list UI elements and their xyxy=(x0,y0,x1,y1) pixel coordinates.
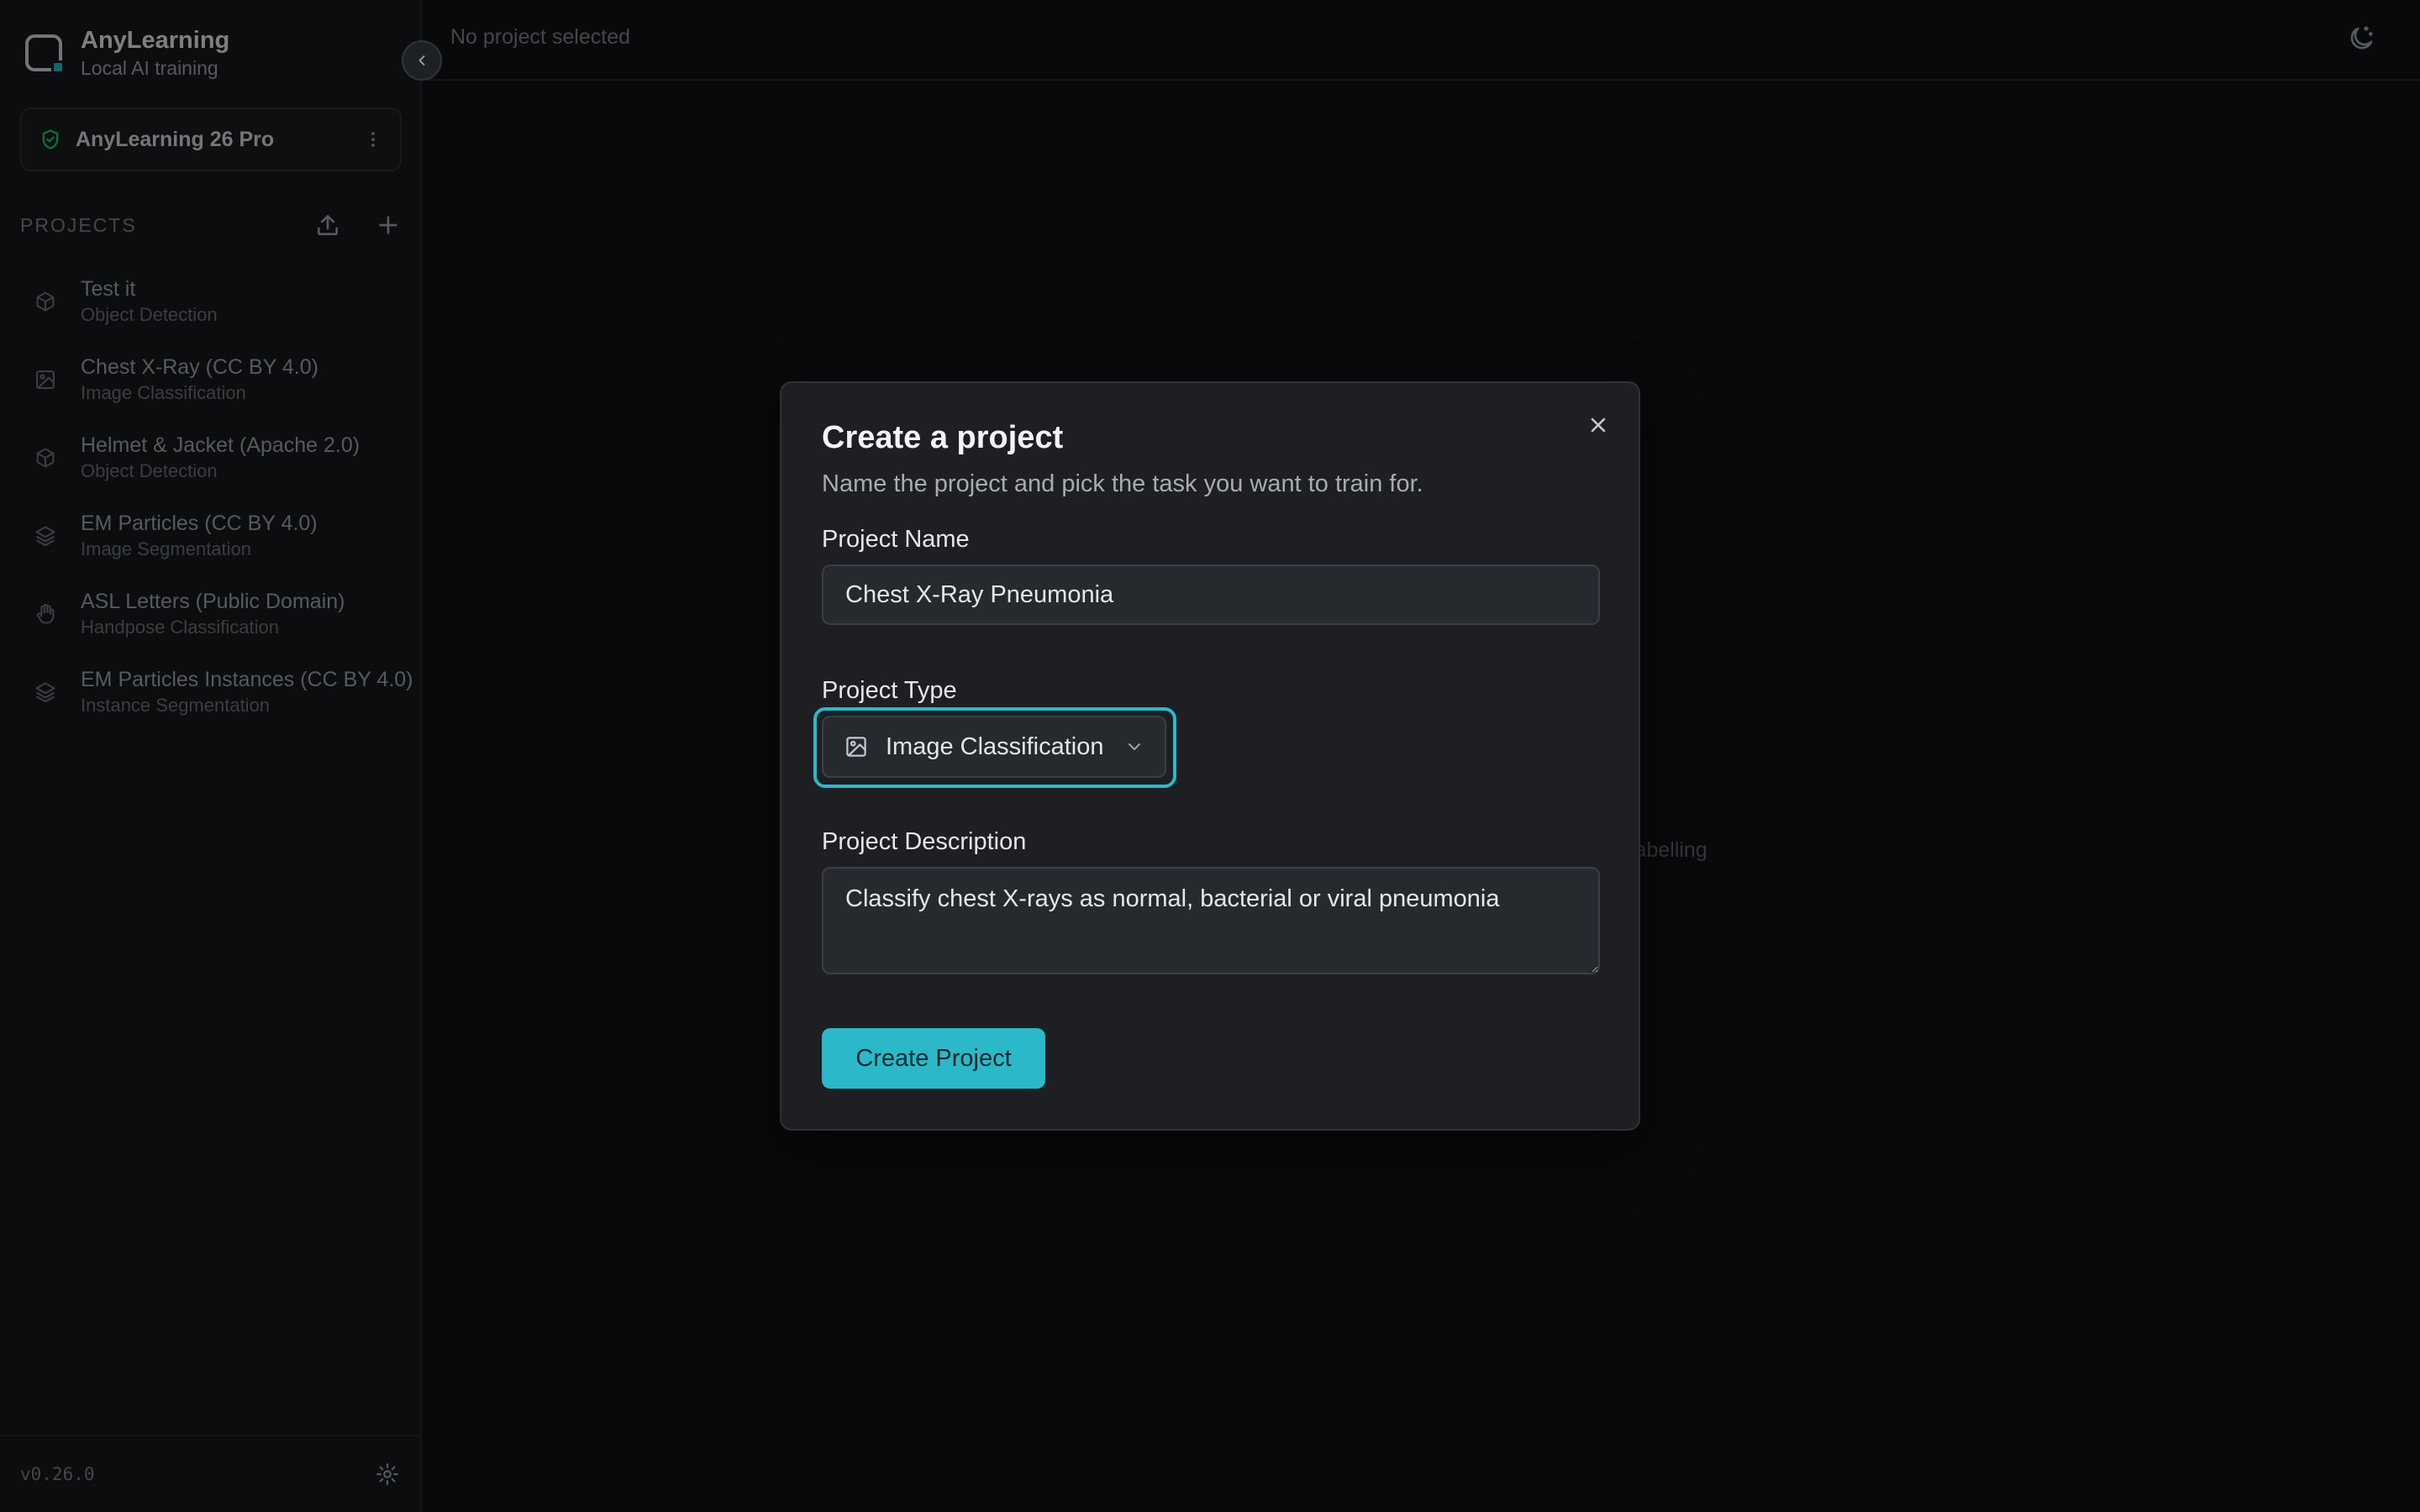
project-description-input[interactable]: Classify chest X-rays as normal, bacteri… xyxy=(822,867,1600,974)
project-name-input[interactable] xyxy=(822,564,1600,625)
project-description-label: Project Description xyxy=(822,828,1027,855)
project-type-value: Image Classification xyxy=(886,732,1104,760)
image-icon xyxy=(844,734,869,759)
create-project-button[interactable]: Create Project xyxy=(822,1028,1045,1089)
chevron-down-icon xyxy=(1124,737,1144,757)
close-icon xyxy=(1591,417,1606,433)
dialog-description: Name the project and pick the task you w… xyxy=(822,470,1423,497)
dialog-title: Create a project xyxy=(822,420,1064,455)
project-name-label: Project Name xyxy=(822,526,970,553)
project-type-label: Project Type xyxy=(822,677,957,704)
app-window: AnyLearning Local AI training AnyLearnin… xyxy=(0,0,2420,1512)
create-project-dialog: Create a project Name the project and pi… xyxy=(780,381,1640,1131)
chevron-left-icon xyxy=(418,55,425,66)
close-dialog-button[interactable] xyxy=(1586,413,1610,437)
project-type-select[interactable]: Image Classification xyxy=(822,716,1166,778)
collapse-sidebar-button[interactable] xyxy=(402,40,442,81)
